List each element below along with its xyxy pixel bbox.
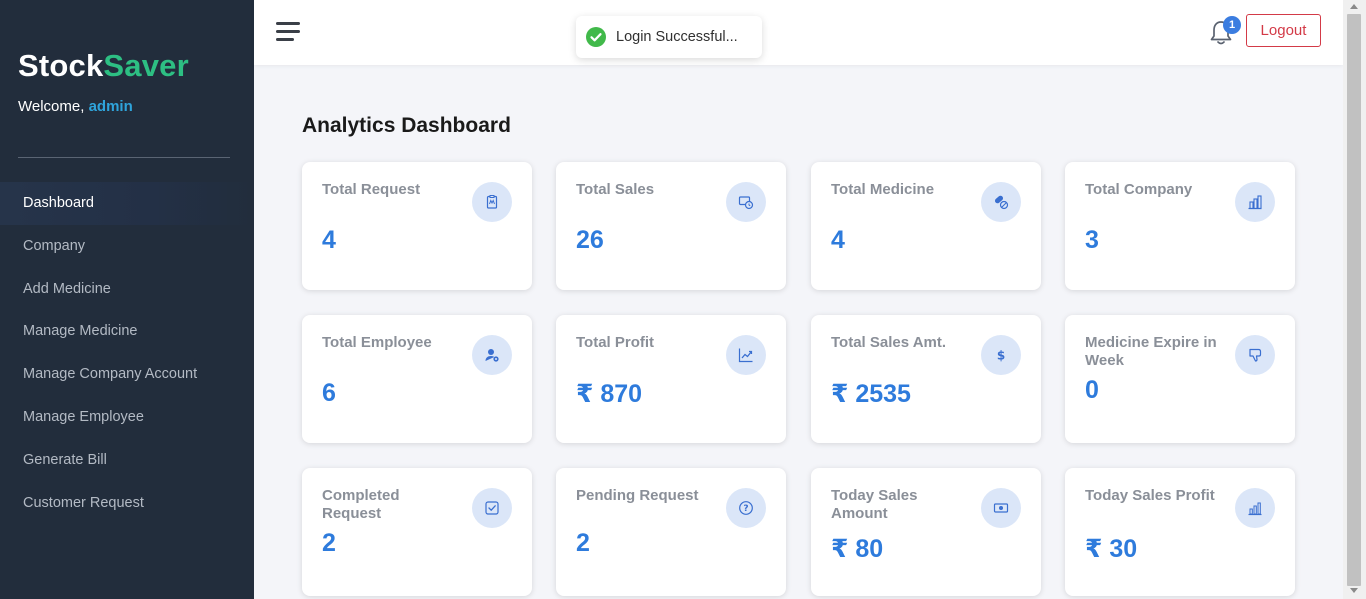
notification-count-badge: 1: [1223, 16, 1241, 34]
card-label: Completed Request: [322, 487, 400, 522]
sidebar-item-manage-company-account[interactable]: Manage Company Account: [0, 353, 254, 396]
card-value: ₹ 80: [831, 535, 884, 563]
login-success-toast[interactable]: Login Successful...: [576, 16, 762, 58]
page-title: Analytics Dashboard: [302, 114, 511, 138]
card-label: Total Sales: [576, 181, 655, 198]
card-label: Total Employee: [322, 334, 432, 351]
bar-chart-icon: [1235, 488, 1275, 528]
card-label: Total Medicine: [831, 181, 935, 198]
page-title-rest: Dashboard: [395, 114, 511, 137]
sidebar-item-dashboard[interactable]: Dashboard: [0, 182, 254, 225]
card-value: ₹ 30: [1085, 535, 1138, 563]
card-value: 4: [322, 226, 336, 254]
logout-button[interactable]: Logout: [1246, 14, 1321, 47]
brand-logo[interactable]: StockSaver: [18, 48, 189, 84]
card-total-profit[interactable]: Total Profit ₹ 870: [556, 315, 786, 443]
card-value: 2: [576, 529, 590, 557]
card-total-request[interactable]: Total Request 4: [302, 162, 532, 290]
card-label: Medicine Expire in Week: [1085, 334, 1217, 369]
brand-prefix: Stock: [18, 48, 104, 83]
user-icon: [472, 335, 512, 375]
sidebar-item-company[interactable]: Company: [0, 225, 254, 268]
welcome-username: admin: [88, 98, 133, 115]
check-square-icon: [472, 488, 512, 528]
card-value: 6: [322, 379, 336, 407]
card-label: Today Sales Profit: [1085, 487, 1215, 504]
card-total-employee[interactable]: Total Employee 6: [302, 315, 532, 443]
card-label: Total Sales Amt.: [831, 334, 947, 351]
sidebar-nav: Dashboard Company Add Medicine Manage Me…: [0, 182, 254, 524]
card-label: Total Company: [1085, 181, 1193, 198]
scroll-down-arrow-icon[interactable]: [1350, 588, 1358, 593]
card-value: 0: [1085, 376, 1099, 404]
scroll-up-arrow-icon[interactable]: [1350, 4, 1358, 9]
trend-up-icon: [726, 335, 766, 375]
card-label: Today Sales Amount: [831, 487, 918, 522]
card-label: Pending Request: [576, 487, 699, 504]
card-completed-request[interactable]: Completed Request 2: [302, 468, 532, 596]
question-icon: ?: [726, 488, 766, 528]
top-bar: 1 Logout: [254, 0, 1343, 65]
svg-text:?: ?: [743, 504, 748, 514]
card-today-sales-profit[interactable]: Today Sales Profit ₹ 30: [1065, 468, 1295, 596]
dollar-icon: $: [981, 335, 1021, 375]
cash-icon: [981, 488, 1021, 528]
welcome-text: Welcome,: [18, 98, 89, 115]
svg-text:$: $: [997, 349, 1005, 363]
card-medicine-expire-week[interactable]: Medicine Expire in Week 0: [1065, 315, 1295, 443]
building-icon: [1235, 182, 1275, 222]
card-total-sales[interactable]: Total Sales 26: [556, 162, 786, 290]
card-pending-request[interactable]: Pending Request 2 ?: [556, 468, 786, 596]
card-today-sales-amount[interactable]: Today Sales Amount ₹ 80: [811, 468, 1041, 596]
clipboard-icon: [472, 182, 512, 222]
welcome-message: Welcome, admin: [18, 98, 133, 115]
card-value: ₹ 870: [576, 380, 643, 408]
sidebar-divider: [18, 157, 230, 158]
pills-icon: [981, 182, 1021, 222]
card-value: 26: [576, 226, 604, 254]
sidebar-item-generate-bill[interactable]: Generate Bill: [0, 439, 254, 482]
sidebar: StockSaver Welcome, admin Dashboard Comp…: [0, 0, 254, 599]
sidebar-item-manage-employee[interactable]: Manage Employee: [0, 396, 254, 439]
card-value: 4: [831, 226, 845, 254]
thumbs-down-icon: [1235, 335, 1275, 375]
card-total-sales-amount[interactable]: Total Sales Amt. ₹ 2535 $: [811, 315, 1041, 443]
card-total-company[interactable]: Total Company 3: [1065, 162, 1295, 290]
card-label: Total Request: [322, 181, 421, 198]
card-value: ₹ 2535: [831, 380, 911, 408]
check-circle-icon: [586, 27, 606, 47]
brand-accent: Saver: [103, 48, 189, 83]
sidebar-item-manage-medicine[interactable]: Manage Medicine: [0, 310, 254, 353]
hamburger-menu-icon[interactable]: [276, 22, 300, 42]
sidebar-item-add-medicine[interactable]: Add Medicine: [0, 268, 254, 311]
card-label: Total Profit: [576, 334, 655, 351]
toast-message: Login Successful...: [616, 29, 738, 45]
page-title-bold: Analytics: [302, 114, 396, 137]
sales-icon: [726, 182, 766, 222]
card-value: 3: [1085, 226, 1099, 254]
sidebar-item-customer-request[interactable]: Customer Request: [0, 482, 254, 525]
scrollbar-thumb[interactable]: [1347, 14, 1361, 586]
card-value: 2: [322, 529, 336, 557]
card-total-medicine[interactable]: Total Medicine 4: [811, 162, 1041, 290]
